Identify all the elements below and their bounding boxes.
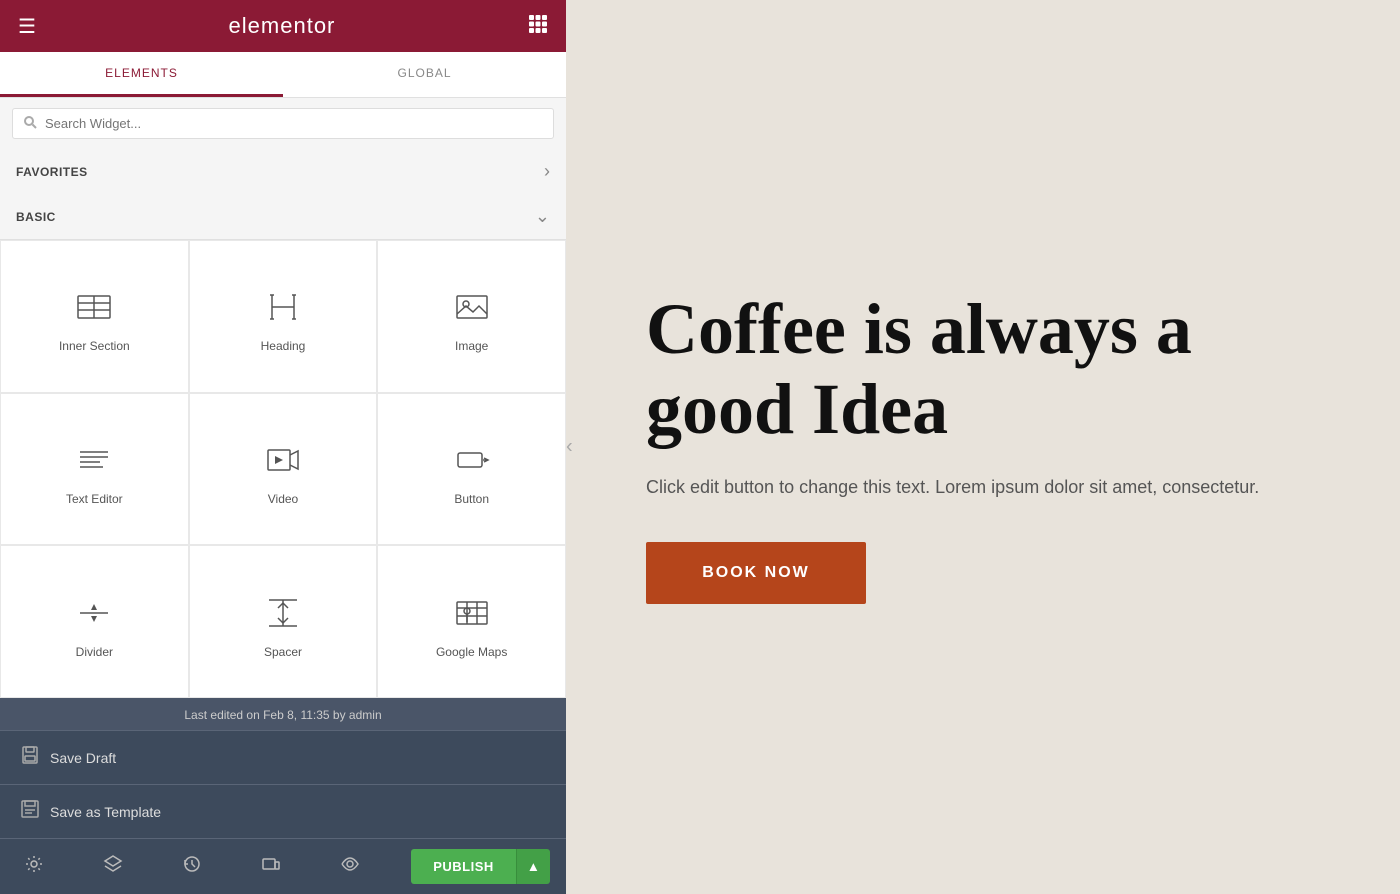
search-box [0, 98, 566, 149]
divider-icon [72, 591, 116, 635]
spacer-icon [261, 591, 305, 635]
inner-section-icon [72, 285, 116, 329]
widget-divider-label: Divider [76, 645, 113, 659]
last-edited-text: Last edited on Feb 8, 11:35 by admin [0, 698, 566, 730]
book-now-button[interactable]: BOOK NOW [646, 542, 866, 604]
sidebar: ☰ elementor ELEMENTS GLOBAL [0, 0, 566, 894]
widget-google-maps[interactable]: Google Maps [377, 545, 566, 698]
publish-area: PUBLISH ▲ [411, 849, 550, 884]
tab-global[interactable]: GLOBAL [283, 52, 566, 97]
widget-heading[interactable]: Heading [189, 240, 378, 393]
basic-section-header[interactable]: BASIC ⌄ [0, 194, 566, 239]
widget-grid: Inner Section Heading [0, 239, 566, 698]
logo-text: elementor [229, 13, 336, 39]
canvas-toggle-arrow[interactable]: ‹ [566, 436, 573, 459]
widget-image[interactable]: Image [377, 240, 566, 393]
favorites-label: FAVORITES [16, 165, 88, 179]
widget-image-label: Image [455, 339, 488, 353]
video-icon [261, 438, 305, 482]
save-template-label: Save as Template [50, 804, 161, 820]
canvas-heading: Coffee is always a good Idea [646, 290, 1320, 448]
widget-video-label: Video [268, 492, 298, 506]
widget-video[interactable]: Video [189, 393, 378, 546]
save-draft-icon [20, 745, 40, 770]
basic-label: BASIC [16, 210, 56, 224]
heading-icon [261, 285, 305, 329]
favorites-row[interactable]: FAVORITES › [0, 149, 566, 194]
tab-elements[interactable]: ELEMENTS [0, 52, 283, 97]
grid-icon[interactable] [528, 14, 548, 39]
widget-spacer[interactable]: Spacer [189, 545, 378, 698]
footer-actions: PUBLISH ▲ [0, 838, 566, 894]
widget-spacer-label: Spacer [264, 645, 302, 659]
hamburger-icon[interactable]: ☰ [18, 14, 36, 39]
widget-button-label: Button [454, 492, 489, 506]
widget-heading-label: Heading [261, 339, 306, 353]
widget-divider[interactable]: Divider [0, 545, 189, 698]
bottom-bar: Last edited on Feb 8, 11:35 by admin Sav… [0, 698, 566, 894]
favorites-chevron-icon: › [544, 161, 550, 182]
widget-inner-section-label: Inner Section [59, 339, 130, 353]
save-draft-label: Save Draft [50, 750, 116, 766]
save-draft-button[interactable]: Save Draft [0, 730, 566, 784]
settings-icon[interactable] [16, 846, 52, 887]
widget-text-editor-label: Text Editor [66, 492, 123, 506]
widget-google-maps-label: Google Maps [436, 645, 507, 659]
widget-text-editor[interactable]: Text Editor [0, 393, 189, 546]
search-input[interactable] [45, 116, 543, 131]
search-input-wrapper [12, 108, 554, 139]
widget-inner-section[interactable]: Inner Section [0, 240, 189, 393]
google-maps-icon [450, 591, 494, 635]
history-icon[interactable] [174, 846, 210, 887]
button-icon [450, 438, 494, 482]
canvas-subtext: Click edit button to change this text. L… [646, 473, 1320, 502]
layers-icon[interactable] [95, 846, 131, 887]
responsive-icon[interactable] [253, 846, 289, 887]
publish-button[interactable]: PUBLISH [411, 849, 516, 884]
tabs-bar: ELEMENTS GLOBAL [0, 52, 566, 98]
basic-chevron-icon: ⌄ [535, 206, 550, 227]
save-template-icon [20, 799, 40, 824]
image-icon [450, 285, 494, 329]
preview-icon[interactable] [332, 846, 368, 887]
text-editor-icon [72, 438, 116, 482]
publish-dropdown-button[interactable]: ▲ [516, 849, 550, 884]
save-template-button[interactable]: Save as Template [0, 784, 566, 838]
sidebar-header: ☰ elementor [0, 0, 566, 52]
widget-button[interactable]: Button [377, 393, 566, 546]
main-canvas: ‹ Coffee is always a good Idea Click edi… [566, 0, 1400, 894]
search-icon [23, 115, 37, 132]
